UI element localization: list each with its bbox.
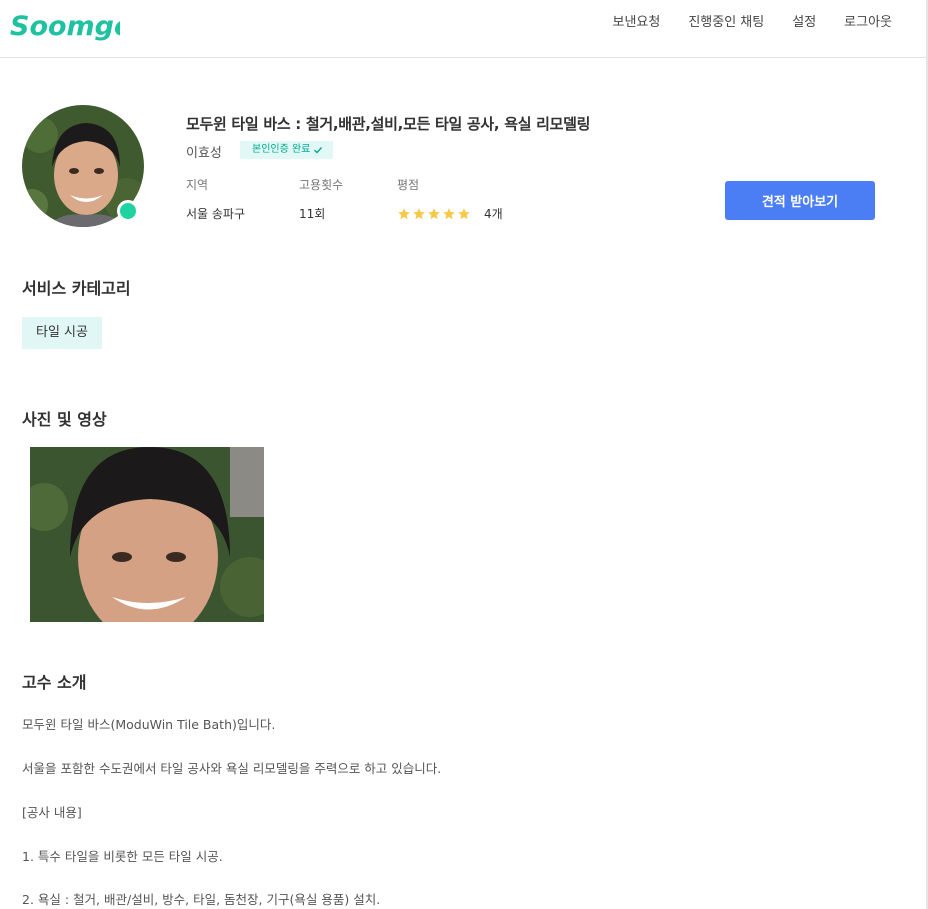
review-count: 4개 <box>484 207 503 221</box>
check-icon <box>314 147 323 154</box>
intro-line: 2. 욕실 : 철거, 배관/설비, 방수, 타일, 돔천장, 기구(욕실 용품… <box>22 892 381 907</box>
header-nav: 보낸요청 진행중인 채팅 설정 로그아웃 <box>584 15 892 31</box>
star-icon <box>458 207 470 219</box>
hires-value: 11회 <box>299 207 326 221</box>
intro-section-title: 고수 소개 <box>22 673 87 692</box>
online-status-badge <box>117 200 139 222</box>
portfolio-photo[interactable] <box>30 447 264 622</box>
region-label: 지역 <box>186 178 209 192</box>
stat-hires: 고용횟수 11회 <box>299 176 343 222</box>
svg-text:Soomgo: Soomgo <box>10 11 120 42</box>
intro-line: 서울을 포함한 수도권에서 타일 공사와 욕실 리모델링을 주력으로 하고 있습… <box>22 761 442 776</box>
stat-region: 지역 서울 송파구 <box>186 176 245 222</box>
region-value: 서울 송파구 <box>186 207 246 221</box>
verified-label: 본인인증 완료 <box>252 144 311 155</box>
nav-settings[interactable]: 설정 <box>792 15 816 31</box>
top-header: Soomgo 보낸요청 진행중인 채팅 설정 로그아웃 <box>0 0 926 58</box>
rating-label: 평점 <box>397 178 420 192</box>
pro-title: 모두윈 타일 바스 : 철거,배관,설비,모든 타일 공사, 욕실 리모델링 <box>186 115 591 133</box>
stat-rating: 평점 4개 <box>397 176 503 222</box>
nav-active-chats[interactable]: 진행중인 채팅 <box>688 15 764 31</box>
rating-stars <box>397 207 472 221</box>
intro-line: 모두윈 타일 바스(ModuWin Tile Bath)입니다. <box>22 717 276 732</box>
nav-logout[interactable]: 로그아웃 <box>844 15 892 31</box>
soomgo-logo[interactable]: Soomgo <box>10 4 120 44</box>
star-icon <box>443 207 455 219</box>
pro-name: 이효성 <box>186 146 222 161</box>
category-chip-tile[interactable]: 타일 시공 <box>22 317 102 349</box>
star-icon <box>398 207 410 219</box>
hires-label: 고용횟수 <box>299 178 344 192</box>
intro-line: 1. 특수 타일을 비롯한 모든 타일 시공. <box>22 849 223 864</box>
nav-sent-requests[interactable]: 보낸요청 <box>612 15 660 31</box>
star-icon <box>413 207 425 219</box>
request-quote-button[interactable]: 견적 받아보기 <box>725 181 875 220</box>
category-section-title: 서비스 카테고리 <box>22 279 131 298</box>
rating-value: 4개 <box>397 205 503 222</box>
star-icon <box>428 207 440 219</box>
media-section-title: 사진 및 영상 <box>22 410 107 429</box>
intro-line: [공사 내용] <box>22 805 82 820</box>
verified-badge: 본인인증 완료 <box>240 141 334 159</box>
